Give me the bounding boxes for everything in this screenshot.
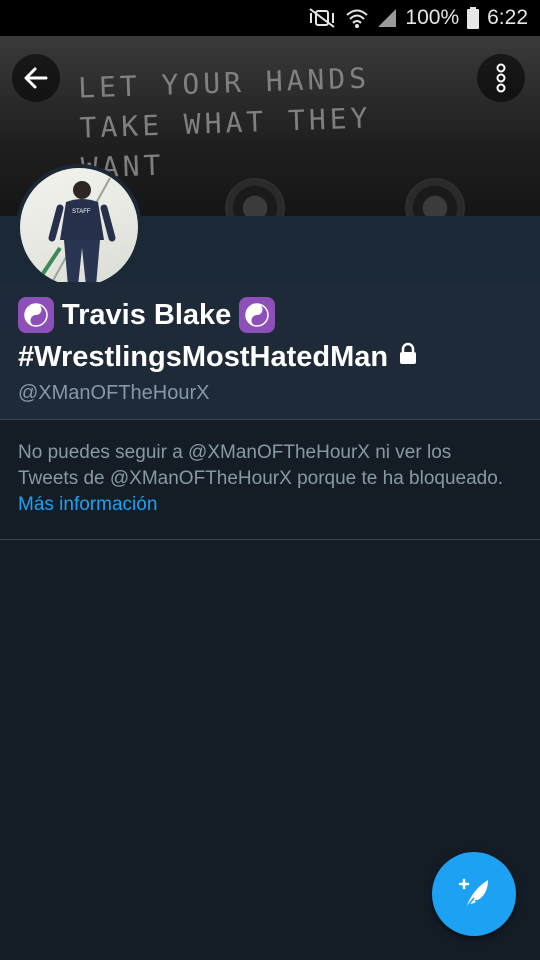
display-name: Travis Blake <box>62 299 232 331</box>
status-bar: 100% 6:22 <box>0 0 540 36</box>
back-button[interactable] <box>12 54 60 102</box>
divider <box>0 419 540 420</box>
mute-vibrate-icon <box>307 7 337 29</box>
battery-icon <box>467 7 480 29</box>
more-vertical-icon <box>496 63 506 93</box>
display-name-hashtag-row: #WrestlingsMostHatedMan <box>18 338 418 376</box>
blocked-notice: No puedes seguir a @XManOFTheHourX ni ve… <box>18 440 508 518</box>
username-handle: @XManOFTheHourX <box>18 382 210 404</box>
yin-yang-icon <box>239 297 276 333</box>
more-options-button[interactable] <box>477 54 525 102</box>
arrow-left-icon <box>24 67 48 89</box>
avatar[interactable]: STAFF <box>16 164 142 290</box>
divider <box>0 539 540 540</box>
compose-tweet-button[interactable] <box>432 852 516 936</box>
avatar-image: STAFF <box>20 168 138 286</box>
signal-icon <box>377 8 397 28</box>
yin-yang-icon <box>18 297 54 333</box>
compose-feather-icon <box>458 878 488 909</box>
battery-percent: 100% <box>405 6 460 29</box>
svg-text:STAFF: STAFF <box>72 209 91 215</box>
display-name-row: Travis Blake <box>18 296 276 334</box>
display-name-hashtag: #WrestlingsMostHatedMan <box>18 341 389 373</box>
lock-icon <box>398 338 418 376</box>
profile-info: Travis Blake #WrestlingsMostHatedMan @XM… <box>0 282 540 419</box>
wifi-icon <box>345 7 369 29</box>
blocked-notice-text: No puedes seguir a @XManOFTheHourX ni ve… <box>18 442 504 489</box>
clock: 6:22 <box>487 6 528 29</box>
more-info-link[interactable]: Más información <box>18 494 157 515</box>
